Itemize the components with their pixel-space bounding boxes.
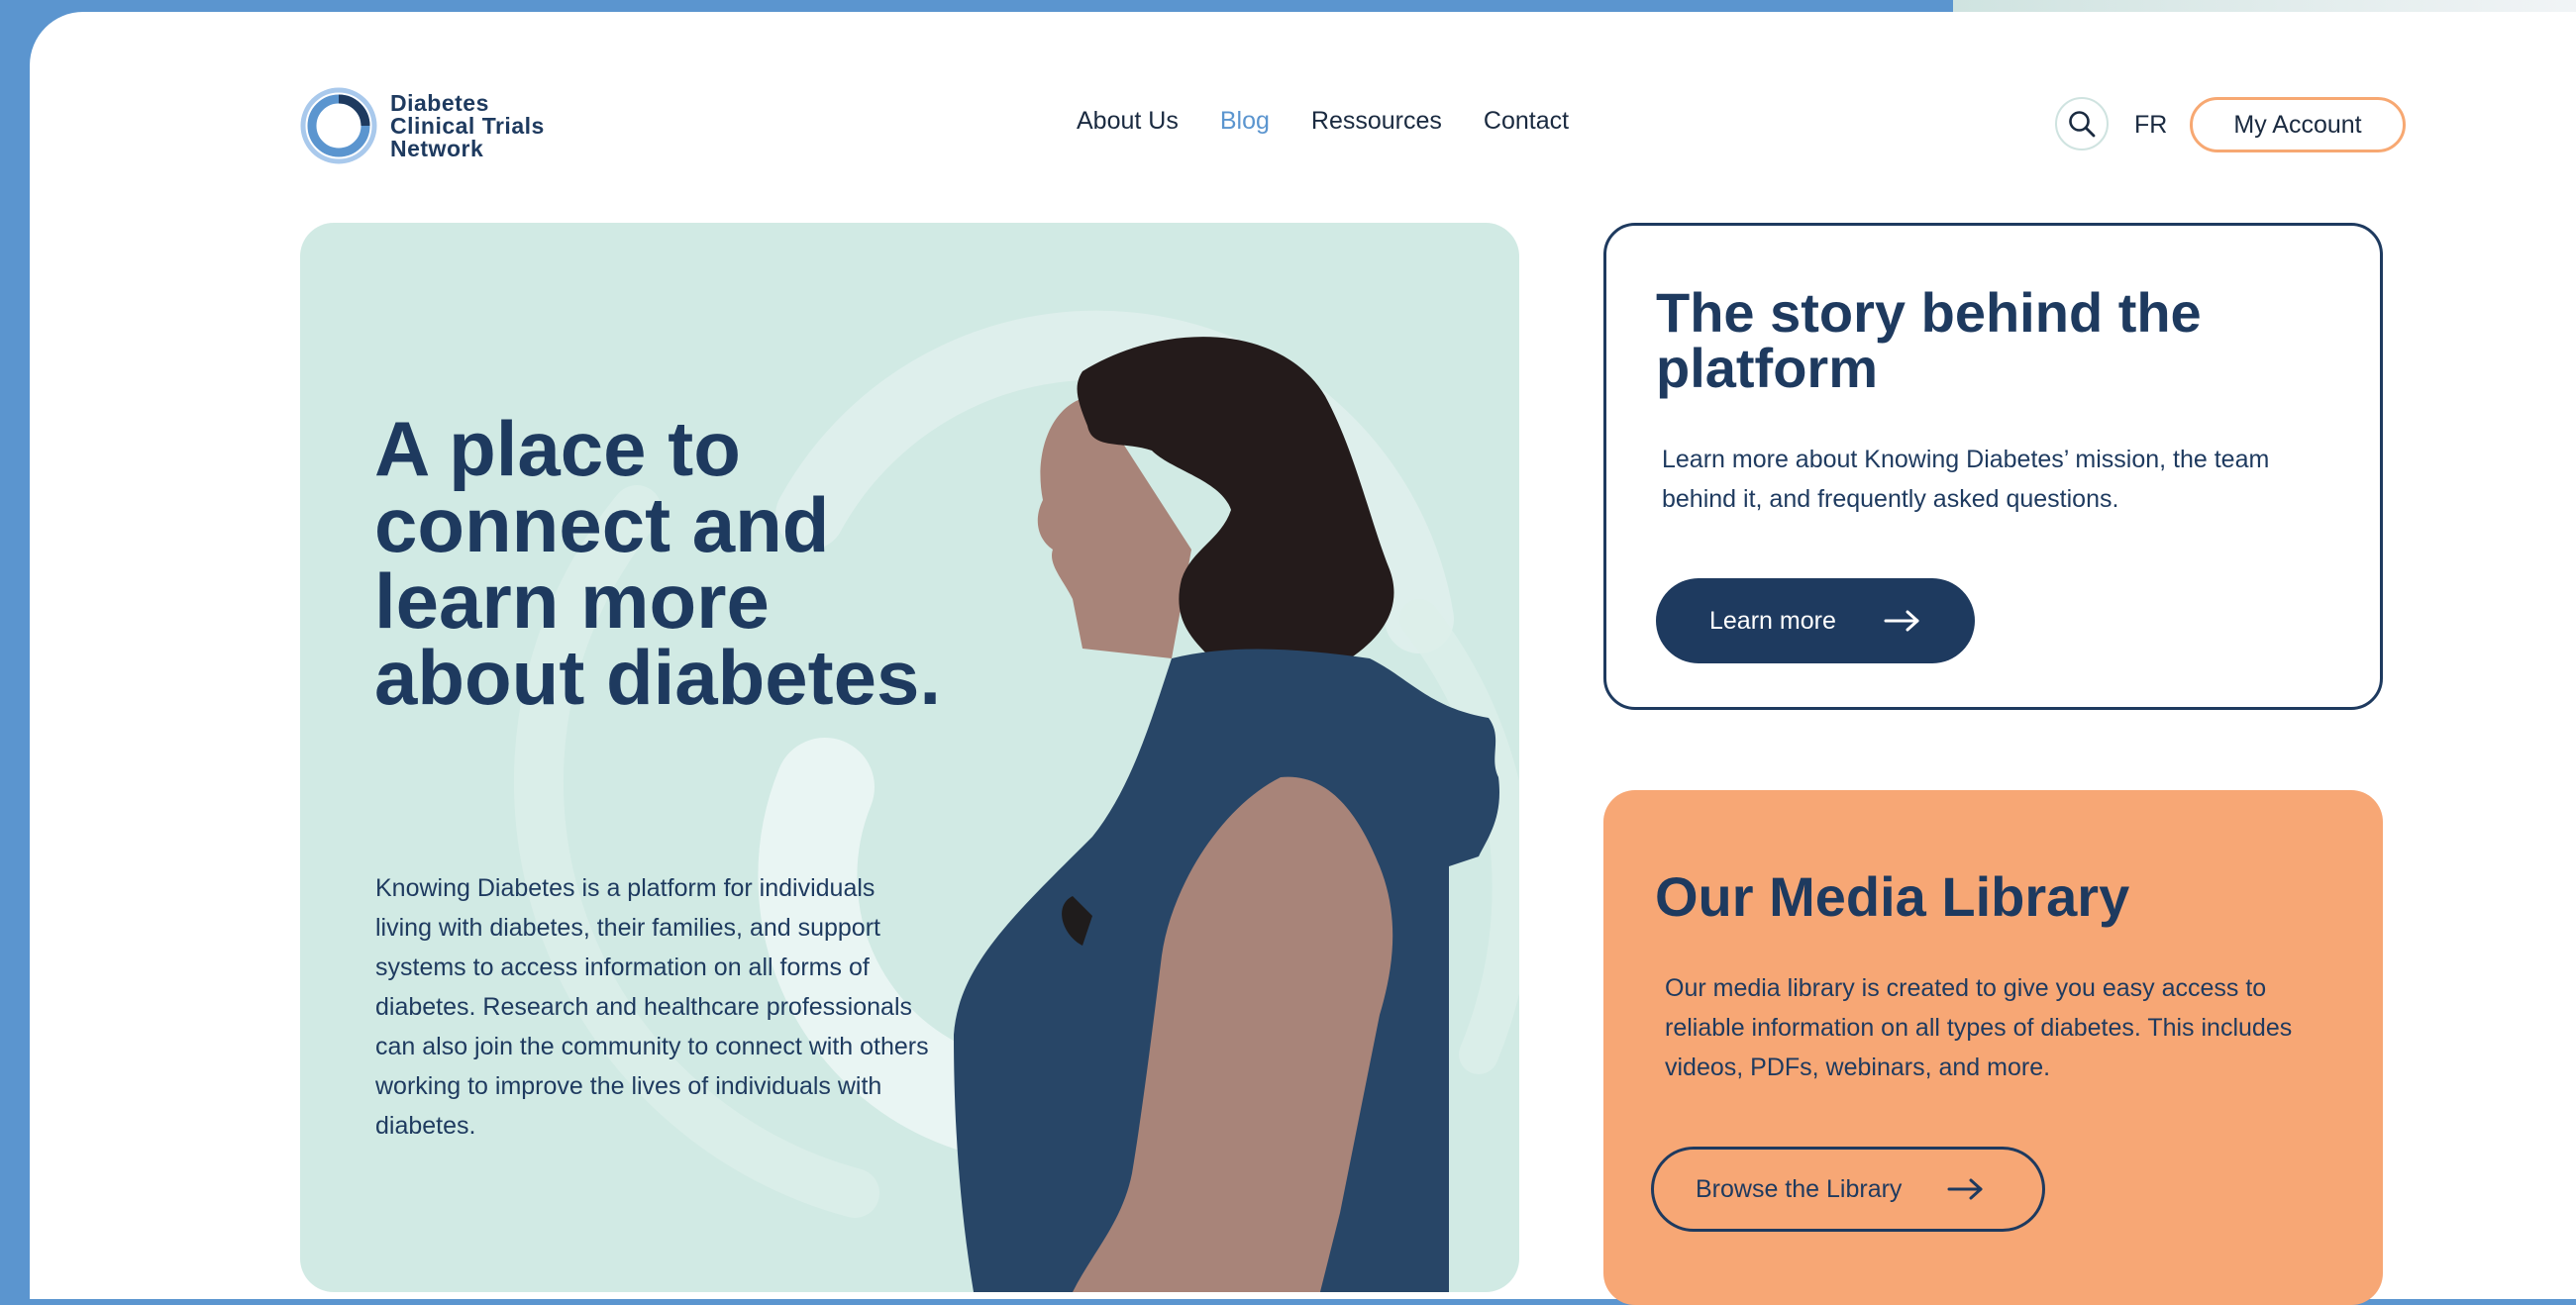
media-library-card: Our Media Library Our media library is c… <box>1603 790 2383 1305</box>
logo-line-1: Diabetes <box>390 89 489 116</box>
story-description: Learn more about Knowing Diabetes’ missi… <box>1662 446 2270 513</box>
search-button[interactable] <box>2055 97 2109 151</box>
nav-item-about-us[interactable]: About Us <box>1077 107 1179 136</box>
hero-title-line-4: about diabetes. <box>374 634 942 721</box>
language-switch[interactable]: FR <box>2134 111 2167 140</box>
hero-title-line-3: learn more <box>374 557 770 645</box>
woman-illustration <box>954 337 1499 1292</box>
hero-card: A place to connect and learn more about … <box>300 223 1519 1292</box>
nav-item-contact[interactable]: Contact <box>1484 107 1569 136</box>
arrow-right-icon <box>1947 1178 1983 1200</box>
logo-line-2: Clinical Trials <box>390 112 545 139</box>
search-icon <box>2069 111 2096 138</box>
media-library-description: Our media library is created to give you… <box>1665 974 2293 1081</box>
page-container: Diabetes Clinical Trials Network About U… <box>30 12 2576 1305</box>
browse-library-button[interactable]: Browse the Library <box>1651 1147 2045 1232</box>
hero-title-line-2: connect and <box>374 481 830 568</box>
main-nav: About Us Blog Ressources Contact <box>1077 107 1610 136</box>
site-logo[interactable]: Diabetes Clinical Trials Network <box>299 85 545 166</box>
story-title: The story behind the platform <box>1656 281 2202 399</box>
arrow-right-icon <box>1884 610 1919 632</box>
logo-line-3: Network <box>390 135 484 161</box>
nav-item-blog[interactable]: Blog <box>1220 107 1270 136</box>
logo-ring-icon <box>300 87 377 164</box>
my-account-button[interactable]: My Account <box>2190 97 2406 152</box>
learn-more-button[interactable]: Learn more <box>1656 578 1975 663</box>
hero-title-line-1: A place to <box>374 405 741 492</box>
nav-item-ressources[interactable]: Ressources <box>1311 107 1442 136</box>
logo-text: Diabetes Clinical Trials Network <box>390 89 545 161</box>
browse-library-label: Browse the Library <box>1696 1174 1903 1203</box>
hero-description: Knowing Diabetes is a platform for indiv… <box>375 874 929 1140</box>
story-card: The story behind the platform Learn more… <box>1603 223 2383 710</box>
media-library-title: Our Media Library <box>1655 865 2130 928</box>
hero-title: A place to connect and learn more about … <box>374 405 988 721</box>
learn-more-label: Learn more <box>1709 606 1836 635</box>
